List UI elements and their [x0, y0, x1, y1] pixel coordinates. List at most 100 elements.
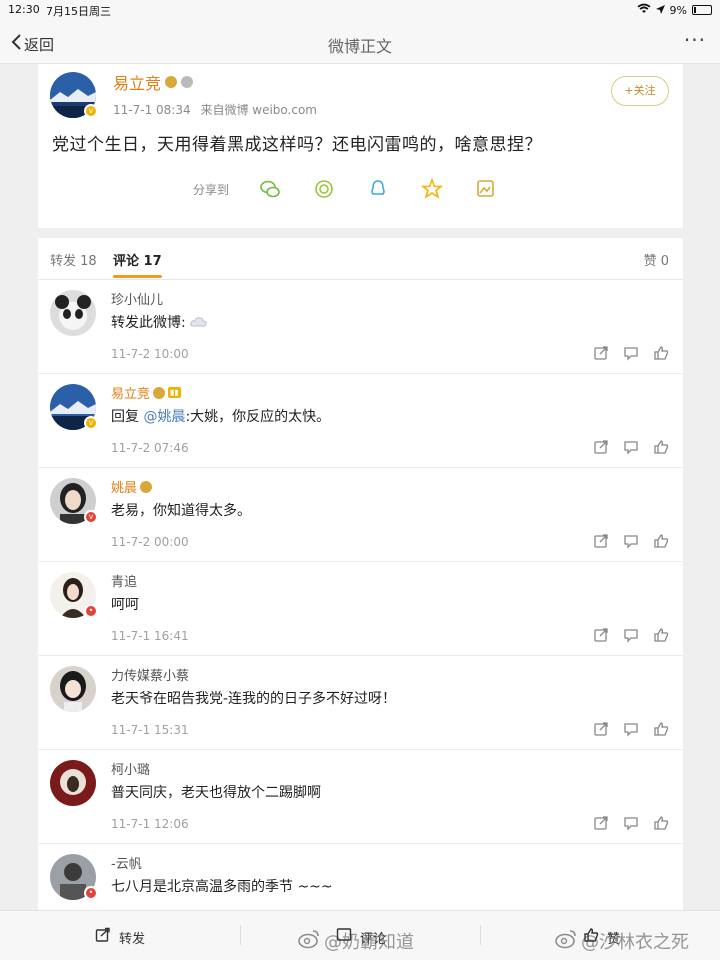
weibo-logo-icon	[555, 929, 577, 954]
post-author-name[interactable]: 易立竞	[113, 70, 194, 94]
qq-icon[interactable]	[367, 178, 389, 200]
weibo-logo-icon	[298, 929, 320, 954]
commenter-name-text: 姚晨	[111, 481, 138, 496]
comment-body: :大姚，你反应的太快。	[185, 409, 331, 425]
comment-icon[interactable]	[623, 721, 639, 737]
comment-icon[interactable]	[623, 815, 639, 831]
divider	[240, 925, 241, 945]
comment-text: 转发此微博:	[111, 312, 208, 332]
repost-icon[interactable]	[593, 439, 609, 455]
follow-button[interactable]: +关注	[611, 76, 669, 106]
comment-body: 转发此微博:	[111, 315, 186, 331]
vip-icon	[140, 480, 153, 493]
comment-item: 力传媒蔡小蔡 老天爷在昭告我党-连我的的日子多不好过呀！ 11-7-1 15:3…	[38, 656, 683, 750]
comment-item: 柯小璐 普天同庆，老天也得放个二踢脚啊 11-7-1 12:06	[38, 750, 683, 844]
mention-link[interactable]: @姚晨	[143, 409, 185, 425]
commenter-avatar[interactable]	[50, 760, 96, 806]
comment-time: 11-7-2 00:00	[111, 535, 189, 549]
comment-text: 回复 @姚晨:大姚，你反应的太快。	[111, 406, 330, 426]
repost-icon[interactable]	[593, 815, 609, 831]
verified-badge-icon: v	[84, 510, 98, 524]
location-icon	[655, 4, 665, 17]
tab-comment[interactable]: 评论 17	[113, 250, 162, 278]
post-card: v 易立竞 11-7-1 08:34 来自微博 weibo.com +关注 党过…	[38, 64, 683, 228]
commenter-name[interactable]: 柯小璐	[111, 759, 150, 778]
vip-icon	[153, 386, 166, 399]
more-button[interactable]: ···	[684, 28, 706, 52]
repost-icon[interactable]	[593, 345, 609, 361]
comment-text: 呵呵	[111, 597, 139, 613]
comment-icon[interactable]	[623, 439, 639, 455]
comment-time: 11-7-1 12:06	[111, 817, 189, 831]
comments-section: 转发 18 评论 17 赞 0 珍小仙儿 转发此微博: 11-7-2 10:00…	[38, 238, 683, 928]
commenter-avatar[interactable]	[50, 666, 96, 712]
daren-badge-icon: •	[84, 886, 98, 900]
comment-actions	[593, 533, 669, 549]
page-title: 微博正文	[327, 37, 392, 56]
comment-text: 普天同庆，老天也得放个二踢脚啊	[111, 785, 321, 801]
verified-badge-icon: v	[84, 416, 98, 430]
post-author-text: 易立竞	[113, 74, 162, 93]
like-icon[interactable]	[653, 533, 669, 549]
comment-actions	[593, 815, 669, 831]
repost-button[interactable]: 转发	[95, 927, 145, 947]
battery-percent: 9%	[669, 3, 687, 17]
commenter-name[interactable]: -云帆	[111, 853, 142, 872]
comment-actions	[593, 627, 669, 643]
commenter-name[interactable]: 珍小仙儿	[111, 289, 163, 308]
qzone-star-icon[interactable]	[421, 178, 444, 200]
watermark-left: @奶霸知道	[298, 928, 414, 954]
watermark-left-text: @奶霸知道	[324, 932, 414, 953]
moments-icon[interactable]	[313, 178, 335, 200]
repost-icon[interactable]	[593, 533, 609, 549]
comment-item: v 姚晨 老易，你知道得太多。 11-7-2 00:00	[38, 468, 683, 562]
status-right: 9%	[637, 3, 712, 17]
comment-time: 11-7-2 10:00	[111, 347, 189, 361]
like-icon[interactable]	[653, 627, 669, 643]
like-icon[interactable]	[653, 721, 669, 737]
repost-icon[interactable]	[593, 721, 609, 737]
commenter-name[interactable]: 力传媒蔡小蔡	[111, 665, 189, 684]
commenter-avatar[interactable]	[50, 290, 96, 336]
repost-icon[interactable]	[593, 627, 609, 643]
comment-actions	[593, 721, 669, 737]
like-icon[interactable]	[653, 345, 669, 361]
comment-icon[interactable]	[623, 533, 639, 549]
post-meta: 11-7-1 08:34 来自微博 weibo.com	[113, 101, 317, 118]
wechat-icon[interactable]	[259, 178, 281, 200]
comment-icon[interactable]	[623, 345, 639, 361]
commenter-name[interactable]: 青追	[111, 571, 137, 590]
status-bar: 12:30 7月15日周三 9%	[0, 0, 720, 22]
status-time: 12:30	[8, 3, 40, 16]
medal-icon	[181, 76, 194, 88]
comment-time: 11-7-2 07:46	[111, 441, 189, 455]
comment-icon[interactable]	[623, 627, 639, 643]
watermark-right: @沙林衣之死	[555, 928, 689, 954]
comment-text: 老易，你知道得太多。	[111, 503, 251, 519]
post-source: 来自微博 weibo.com	[200, 103, 317, 117]
commenter-name-text: 易立竞	[111, 387, 151, 402]
comment-text: 七八月是北京高温多雨的季节 ~~~	[111, 879, 333, 895]
commenter-name[interactable]: 易立竞 ▮▮	[111, 383, 181, 402]
comment-item: 珍小仙儿 转发此微博: 11-7-2 10:00	[38, 280, 683, 374]
comment-item: • 青追 呵呵 11-7-1 16:41	[38, 562, 683, 656]
like-icon[interactable]	[653, 439, 669, 455]
repost-label: 转发	[119, 931, 146, 947]
comment-item: v 易立竞 ▮▮ 回复 @姚晨:大姚，你反应的太快。 11-7-2 07:46	[38, 374, 683, 468]
like-icon[interactable]	[653, 815, 669, 831]
member-tag-icon: ▮▮	[168, 387, 181, 398]
reply-prefix: 回复	[111, 409, 139, 425]
comment-actions	[593, 439, 669, 455]
comment-time: 11-7-1 16:41	[111, 629, 189, 643]
tab-repost[interactable]: 转发 18	[50, 250, 97, 269]
comment-time: 11-7-1 15:31	[111, 723, 189, 737]
verified-badge-icon: v	[84, 104, 98, 118]
commenter-name[interactable]: 姚晨	[111, 477, 153, 496]
save-image-icon[interactable]	[475, 178, 497, 200]
status-date: 7月15日周三	[46, 5, 111, 18]
comment-text: 老天爷在昭告我党-连我的的日子多不好过呀！	[111, 691, 397, 707]
vip-icon	[165, 76, 178, 88]
tab-like[interactable]: 赞 0	[644, 250, 669, 269]
wifi-icon	[637, 3, 651, 17]
share-row: 分享到	[193, 178, 497, 200]
